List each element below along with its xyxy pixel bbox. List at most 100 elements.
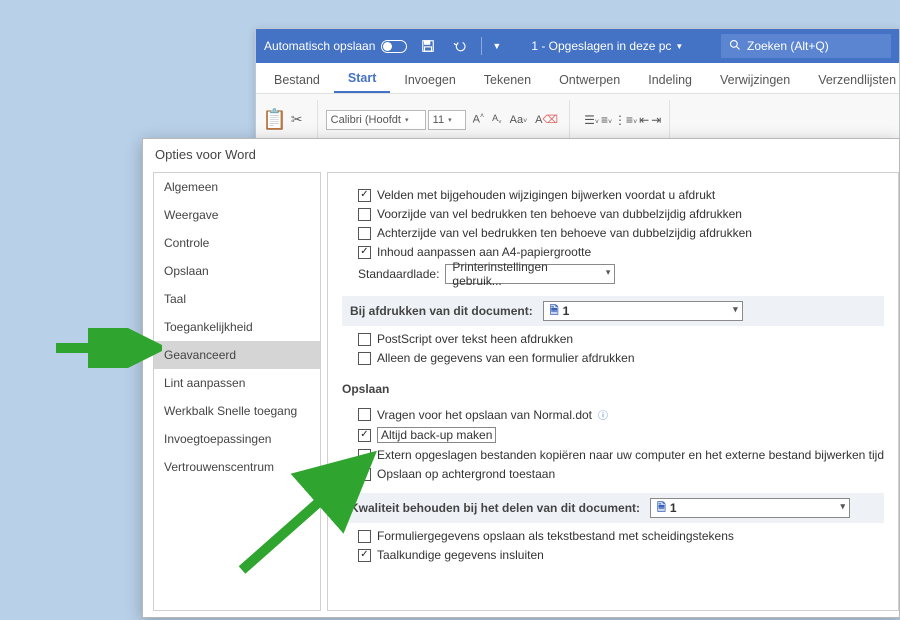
ribbon-separator: [317, 100, 318, 140]
change-case-icon[interactable]: Aa˅: [507, 113, 531, 127]
save-icon[interactable]: [417, 35, 439, 57]
option-row: Formuliergegevens opslaan als tekstbesta…: [358, 529, 884, 543]
undo-icon[interactable]: [449, 35, 471, 57]
tab-invoegen[interactable]: Invoegen: [390, 67, 469, 93]
option-row: Inhoud aanpassen aan A4-papiergrootte: [358, 245, 884, 259]
word-app-window: Automatisch opslaan ▼ 1 - Opgeslagen in …: [255, 28, 900, 148]
sidebar-item-algemeen[interactable]: Algemeen: [154, 173, 320, 201]
option-row: Alleen de gegevens van een formulier afd…: [358, 351, 884, 365]
option-row: Taalkundige gegevens insluiten: [358, 548, 884, 562]
default-tray-dropdown[interactable]: Printerinstellingen gebruik...: [445, 264, 615, 284]
tab-verzendlijsten[interactable]: Verzendlijsten: [804, 67, 900, 93]
sidebar-item-weergave[interactable]: Weergave: [154, 201, 320, 229]
option-label: Alleen de gegevens van een formulier afd…: [377, 351, 635, 365]
option-row: Achterzijde van vel bedrukken ten behoev…: [358, 226, 884, 240]
option-label: Achterzijde van vel bedrukken ten behoev…: [377, 226, 752, 240]
document-icon: 🗎: [657, 499, 666, 518]
font-name-combo[interactable]: Calibri (Hoofdt▾: [326, 110, 426, 130]
checkbox[interactable]: [358, 189, 371, 202]
info-icon[interactable]: ⓘ: [598, 407, 608, 422]
option-label-backup: Altijd back-up maken: [377, 427, 496, 443]
section-label: Opslaan: [342, 382, 389, 396]
sidebar-item-vertrouwen[interactable]: Vertrouwenscentrum: [154, 453, 320, 481]
checkbox[interactable]: [358, 530, 371, 543]
sidebar-item-werkbalk[interactable]: Werkbalk Snelle toegang: [154, 397, 320, 425]
checkbox[interactable]: [358, 246, 371, 259]
ribbon-separator: [669, 100, 670, 140]
clear-format-icon[interactable]: A⌫: [532, 112, 561, 127]
option-label: Taalkundige gegevens insluiten: [377, 548, 544, 562]
option-row: Velden met bijgehouden wijzigingen bijwe…: [358, 188, 884, 202]
checkbox[interactable]: [358, 468, 371, 481]
tab-ontwerpen[interactable]: Ontwerpen: [545, 67, 634, 93]
sidebar-item-invoeg[interactable]: Invoegtoepassingen: [154, 425, 320, 453]
option-row: Vragen voor het opslaan van Normal.dot ⓘ: [358, 407, 884, 422]
section-label: Bij afdrukken van dit document:: [350, 304, 533, 318]
option-row: Standaardlade: Printerinstellingen gebru…: [358, 264, 884, 284]
section-save: Opslaan: [342, 377, 884, 401]
tab-start[interactable]: Start: [334, 65, 390, 93]
tab-tekenen[interactable]: Tekenen: [470, 67, 545, 93]
sidebar-item-opslaan[interactable]: Opslaan: [154, 257, 320, 285]
option-label: Voorzijde van vel bedrukken ten behoeve …: [377, 207, 742, 221]
checkbox[interactable]: [358, 208, 371, 221]
indent-icon[interactable]: ⇥: [651, 113, 661, 127]
option-label: Inhoud aanpassen aan A4-papiergrootte: [377, 245, 591, 259]
document-icon: 🗎: [550, 302, 559, 321]
checkbox-backup[interactable]: [358, 429, 371, 442]
tab-bestand[interactable]: Bestand: [260, 67, 334, 93]
font-size-combo[interactable]: 11▾: [428, 110, 466, 130]
option-row-backup: Altijd back-up maken: [358, 427, 884, 443]
tab-indeling[interactable]: Indeling: [634, 67, 706, 93]
print-document-dropdown[interactable]: 🗎1: [543, 301, 743, 321]
checkbox[interactable]: [358, 549, 371, 562]
sidebar-item-controle[interactable]: Controle: [154, 229, 320, 257]
sidebar-item-toegankelijkheid[interactable]: Toegankelijkheid: [154, 313, 320, 341]
ribbon-separator: [569, 100, 570, 140]
word-options-dialog: Opties voor Word Algemeen Weergave Contr…: [142, 138, 900, 618]
toggle-track[interactable]: [381, 40, 407, 53]
sidebar-item-taal[interactable]: Taal: [154, 285, 320, 313]
option-row: Opslaan op achtergrond toestaan: [358, 467, 884, 481]
titlebar: Automatisch opslaan ▼ 1 - Opgeslagen in …: [256, 29, 899, 63]
multilevel-icon[interactable]: ⋮≡˅: [614, 113, 637, 127]
sidebar-item-geavanceerd[interactable]: Geavanceerd: [154, 341, 320, 369]
default-tray-label: Standaardlade:: [358, 267, 439, 281]
option-label: Extern opgeslagen bestanden kopiëren naa…: [377, 448, 884, 462]
option-label: PostScript over tekst heen afdrukken: [377, 332, 573, 346]
option-label: Formuliergegevens opslaan als tekstbesta…: [377, 529, 734, 543]
tab-verwijzingen[interactable]: Verwijzingen: [706, 67, 804, 93]
section-label: Kwaliteit behouden bij het delen van dit…: [350, 501, 640, 515]
numbering-icon[interactable]: ≡˅: [601, 113, 612, 127]
dialog-content: Velden met bijgehouden wijzigingen bijwe…: [327, 172, 899, 611]
outdent-icon[interactable]: ⇤: [639, 113, 649, 127]
checkbox[interactable]: [358, 227, 371, 240]
option-row: Extern opgeslagen bestanden kopiëren naa…: [358, 448, 884, 462]
chevron-down-icon[interactable]: ▼: [492, 41, 501, 51]
sidebar-item-lint[interactable]: Lint aanpassen: [154, 369, 320, 397]
paste-icon[interactable]: 📋: [262, 107, 287, 132]
dialog-title: Opties voor Word: [143, 139, 899, 170]
checkbox[interactable]: [358, 352, 371, 365]
search-placeholder: Zoeken (Alt+Q): [747, 39, 829, 53]
document-title[interactable]: 1 - Opgeslagen in deze pc ▼: [531, 39, 683, 53]
checkbox[interactable]: [358, 449, 371, 462]
option-row: Voorzijde van vel bedrukken ten behoeve …: [358, 207, 884, 221]
search-icon: [729, 39, 741, 54]
ribbon-tabs: Bestand Start Invoegen Tekenen Ontwerpen…: [256, 63, 899, 93]
checkbox[interactable]: [358, 408, 371, 421]
autosave-toggle[interactable]: Automatisch opslaan: [264, 39, 407, 53]
cut-icon[interactable]: ✂: [291, 111, 303, 128]
shrink-font-icon[interactable]: A˅: [489, 112, 505, 127]
autosave-label: Automatisch opslaan: [264, 39, 375, 53]
dialog-sidebar: Algemeen Weergave Controle Opslaan Taal …: [153, 172, 321, 611]
search-box[interactable]: Zoeken (Alt+Q): [721, 34, 891, 58]
grow-font-icon[interactable]: A˄: [470, 112, 487, 127]
option-label: Vragen voor het opslaan van Normal.dot: [377, 408, 592, 422]
chevron-down-icon: ▼: [675, 42, 683, 51]
section-quality: Kwaliteit behouden bij het delen van dit…: [342, 493, 884, 523]
option-label: Velden met bijgehouden wijzigingen bijwe…: [377, 188, 715, 202]
bullets-icon[interactable]: ☰˅: [584, 113, 599, 127]
checkbox[interactable]: [358, 333, 371, 346]
quality-document-dropdown[interactable]: 🗎1: [650, 498, 850, 518]
